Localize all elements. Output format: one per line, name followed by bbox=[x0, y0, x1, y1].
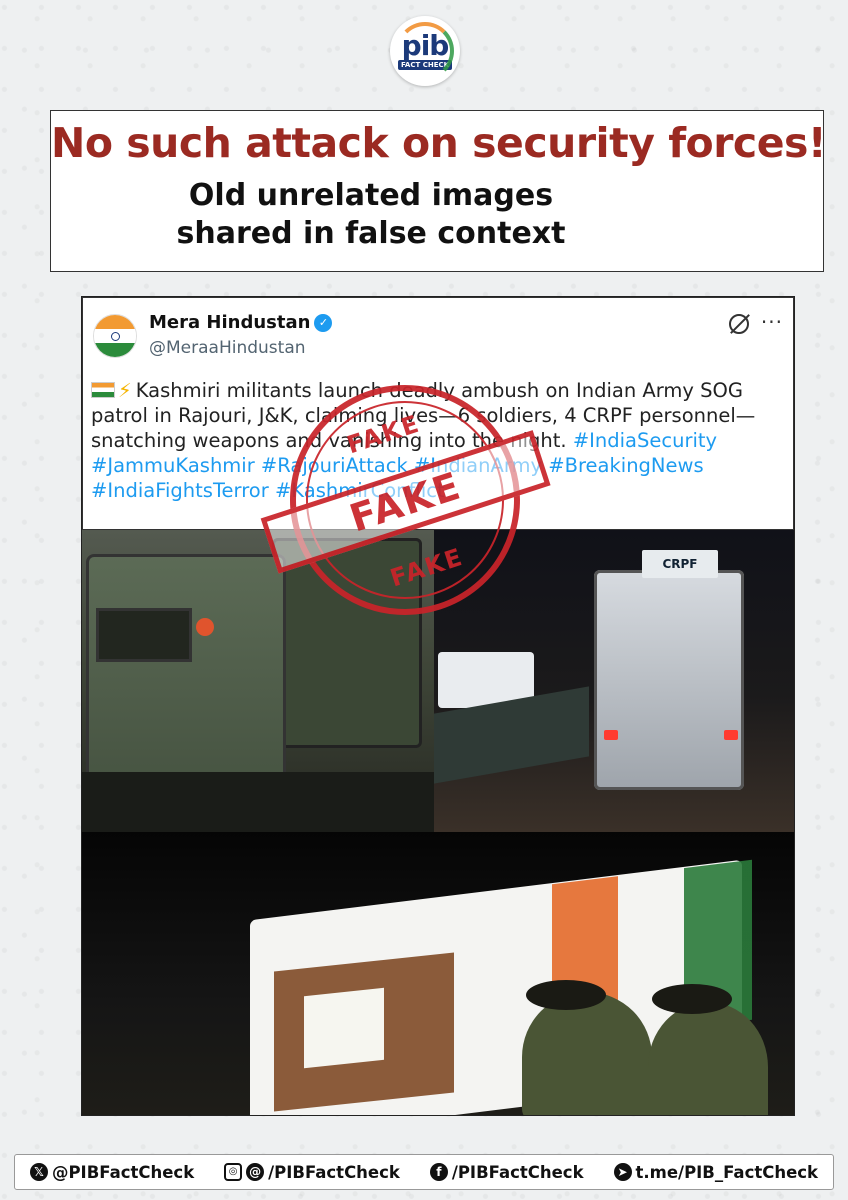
user-handle[interactable]: @MeraaHindustan bbox=[149, 338, 306, 358]
crpf-sign: CRPF bbox=[642, 550, 718, 578]
headline-box: No such attack on security forces! Old u… bbox=[50, 110, 827, 272]
telegram-icon: ➤ bbox=[613, 1163, 632, 1181]
display-name-text: Mera Hindustan bbox=[149, 312, 311, 333]
more-options-icon[interactable]: ··· bbox=[761, 310, 783, 334]
image-coffin-procession bbox=[82, 832, 794, 1115]
footer-instagram-threads[interactable]: ◎ @ /PIBFactCheck bbox=[224, 1163, 400, 1182]
facebook-icon: f bbox=[429, 1163, 448, 1181]
footer-telegram-handle: t.me/PIB_FactCheck bbox=[635, 1162, 819, 1182]
pib-factcheck-logo: pib FACT CHECK bbox=[390, 16, 460, 86]
footer-facebook-handle: /PIBFactCheck bbox=[451, 1162, 584, 1182]
verified-badge-icon: ✓ bbox=[314, 314, 333, 332]
footer-facebook[interactable]: f /PIBFactCheck bbox=[429, 1162, 584, 1182]
grok-icon[interactable] bbox=[729, 314, 749, 334]
x-icon: 𝕏 bbox=[29, 1163, 48, 1181]
display-name[interactable]: Mera Hindustan ✓ bbox=[149, 312, 333, 333]
headline-subtitle: Old unrelated images shared in false con… bbox=[176, 178, 566, 251]
headline-title: No such attack on security forces! bbox=[51, 119, 827, 167]
footer-x[interactable]: 𝕏 @PIBFactCheck bbox=[29, 1162, 195, 1182]
avatar[interactable] bbox=[93, 314, 137, 358]
logo-ring bbox=[396, 22, 454, 80]
footer-x-handle: @PIBFactCheck bbox=[51, 1162, 195, 1182]
india-flag-icon bbox=[91, 382, 115, 398]
social-footer: 𝕏 @PIBFactCheck ◎ @ /PIBFactCheck f /PIB… bbox=[14, 1154, 834, 1190]
lightning-icon: ⚡ bbox=[118, 379, 132, 402]
footer-instagram-handle: /PIBFactCheck bbox=[268, 1162, 400, 1182]
chakra-icon bbox=[111, 332, 120, 341]
footer-telegram[interactable]: ➤ t.me/PIB_FactCheck bbox=[613, 1162, 819, 1182]
instagram-icon: ◎ bbox=[224, 1163, 243, 1181]
threads-icon: @ bbox=[246, 1163, 265, 1181]
